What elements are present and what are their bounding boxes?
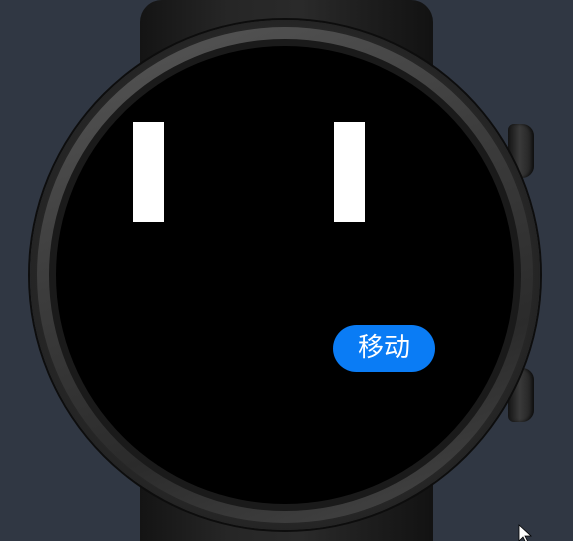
move-button[interactable]: 移动: [333, 325, 435, 372]
left-bar: [133, 122, 164, 222]
right-bar: [334, 122, 365, 222]
watch-screen: 移动: [56, 46, 514, 504]
emulator-stage: 移动: [0, 0, 573, 541]
